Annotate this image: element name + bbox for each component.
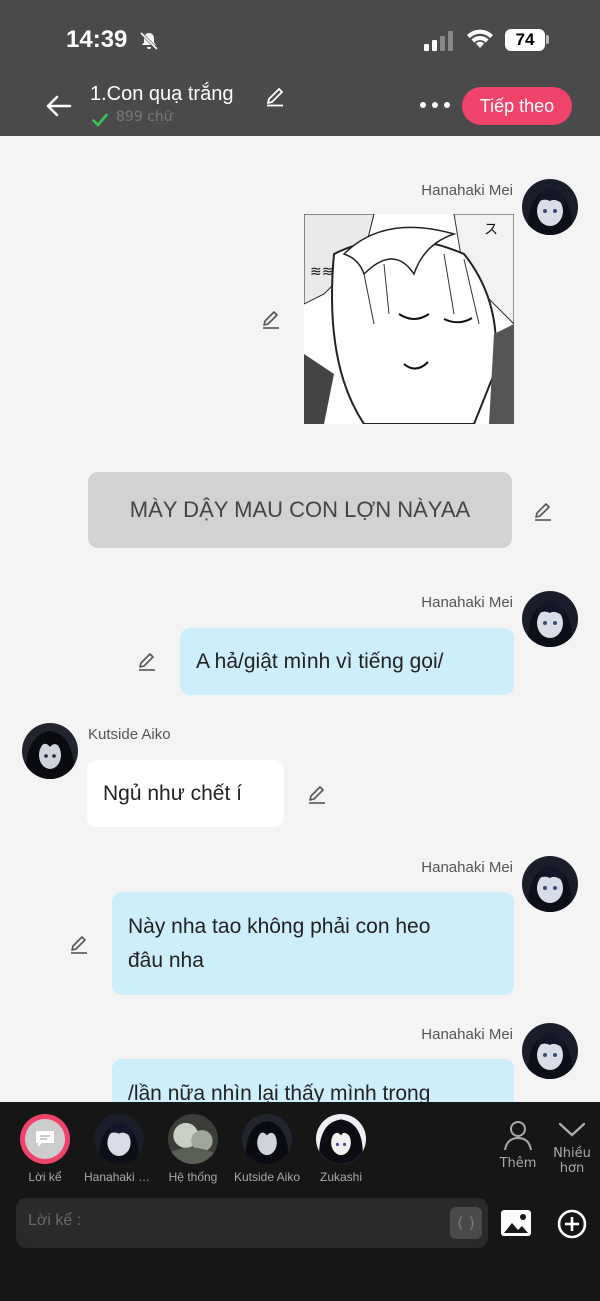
message-bubble[interactable]: A hả/giật mình vì tiếng gọi/ (180, 628, 514, 695)
chat-area[interactable]: Hanahaki Mei ≋≋ ス MÀY DẬY MAU CON LỢN NÀ… (0, 136, 600, 1102)
next-button[interactable]: Tiếp theo (462, 87, 572, 125)
avatar-image (522, 591, 578, 647)
avatar (242, 1114, 292, 1164)
pencil-icon[interactable] (68, 933, 90, 955)
pencil-icon[interactable] (260, 308, 282, 330)
pencil-icon[interactable] (136, 650, 158, 672)
sender-name: Hanahaki Mei (421, 182, 513, 199)
message-image[interactable]: ≋≋ ス (304, 214, 514, 424)
message-bubble[interactable]: Ngủ như chết í (87, 760, 284, 827)
check-icon (92, 113, 108, 127)
avatar-image (522, 179, 578, 235)
avatar-image (522, 856, 578, 912)
more-characters-label: Nhiều (553, 1146, 591, 1161)
narration-avatar (20, 1114, 70, 1164)
avatar[interactable] (522, 179, 578, 235)
narration-bubble[interactable]: MÀY DẬY MAU CON LỢN NÀYAA (88, 472, 512, 548)
avatar (168, 1114, 218, 1164)
bell-muted-icon (139, 31, 159, 51)
battery-level: 74 (505, 29, 545, 51)
sender-name: Hanahaki Mei (421, 1026, 513, 1043)
narration-icon-circle (25, 1119, 65, 1159)
message-bubble[interactable]: Này nha tao không phải con heo đâu nha (112, 892, 514, 995)
avatar-image (316, 1114, 366, 1164)
character-label: Zukashi (319, 1170, 363, 1184)
wifi-icon (467, 29, 493, 48)
sender-name: Kutside Aiko (88, 726, 171, 743)
avatar (316, 1114, 366, 1164)
avatar-image (94, 1114, 144, 1164)
character-narration[interactable]: Lời kể (18, 1114, 72, 1184)
composer-panel: Lời kể Hanahaki Mei Hệ thống Kutside Aik… (0, 1102, 600, 1301)
pencil-icon[interactable] (264, 85, 286, 107)
character-system[interactable]: Hệ thống (166, 1114, 220, 1184)
word-count: 899 chữ (116, 109, 173, 125)
add-user-icon (504, 1121, 532, 1151)
svg-text:ス: ス (484, 222, 498, 238)
avatar-image (22, 723, 78, 779)
more-characters-label: hơn (559, 1161, 585, 1176)
more-options-icon[interactable] (418, 94, 452, 116)
avatar[interactable] (22, 723, 78, 779)
plus-circle-icon[interactable] (556, 1208, 588, 1240)
input-placeholder: Lời kể : (28, 1212, 82, 1229)
status-bar: 14:39 74 (0, 0, 600, 78)
avatar-image (242, 1114, 292, 1164)
sender-name: Hanahaki Mei (421, 859, 513, 876)
add-character-label: Thêm (499, 1156, 537, 1171)
more-characters-button[interactable]: Nhiều hơn (550, 1118, 594, 1176)
character-kutside[interactable]: Kutside Aiko (234, 1114, 300, 1184)
pencil-icon[interactable] (532, 500, 554, 522)
avatar (94, 1114, 144, 1164)
character-label: Kutside Aiko (233, 1170, 301, 1184)
svg-text:≋≋: ≋≋ (310, 264, 333, 280)
avatar-image (522, 1023, 578, 1079)
pencil-icon[interactable] (306, 783, 328, 805)
status-time: 14:39 (66, 26, 128, 53)
character-zukashi[interactable]: Zukashi (314, 1114, 368, 1184)
chevron-down-icon (558, 1122, 586, 1137)
sender-name: Hanahaki Mei (421, 594, 513, 611)
character-label: Hệ thống (168, 1170, 218, 1184)
avatar[interactable] (522, 591, 578, 647)
avatar[interactable] (522, 1023, 578, 1079)
chapter-title[interactable]: 1.Con quạ trắng (90, 83, 233, 106)
editor-header: 1.Con quạ trắng 899 chữ Tiếp theo (0, 78, 600, 136)
image-icon[interactable] (500, 1209, 532, 1237)
speech-bubble-icon (36, 1131, 54, 1147)
add-character-button[interactable]: Thêm (496, 1118, 540, 1171)
manga-illustration: ≋≋ ス (304, 214, 514, 424)
message-input[interactable]: Lời kể : ( ) (16, 1198, 488, 1248)
character-hanahaki[interactable]: Hanahaki Mei (84, 1114, 154, 1184)
message-bubble[interactable]: /lần nữa nhìn lại thấy mình trong (112, 1059, 514, 1102)
bracket-icon[interactable]: ( ) (450, 1207, 482, 1239)
character-label: Hanahaki Mei (84, 1170, 154, 1184)
character-label: Lời kể (28, 1170, 62, 1184)
battery-tip (546, 35, 549, 44)
avatar[interactable] (522, 856, 578, 912)
message-line: đâu nha (128, 949, 204, 972)
avatar-image (168, 1114, 218, 1164)
signal-icon (424, 31, 453, 51)
message-line: Này nha tao không phải con heo (128, 915, 431, 938)
back-arrow-icon[interactable] (44, 92, 74, 120)
